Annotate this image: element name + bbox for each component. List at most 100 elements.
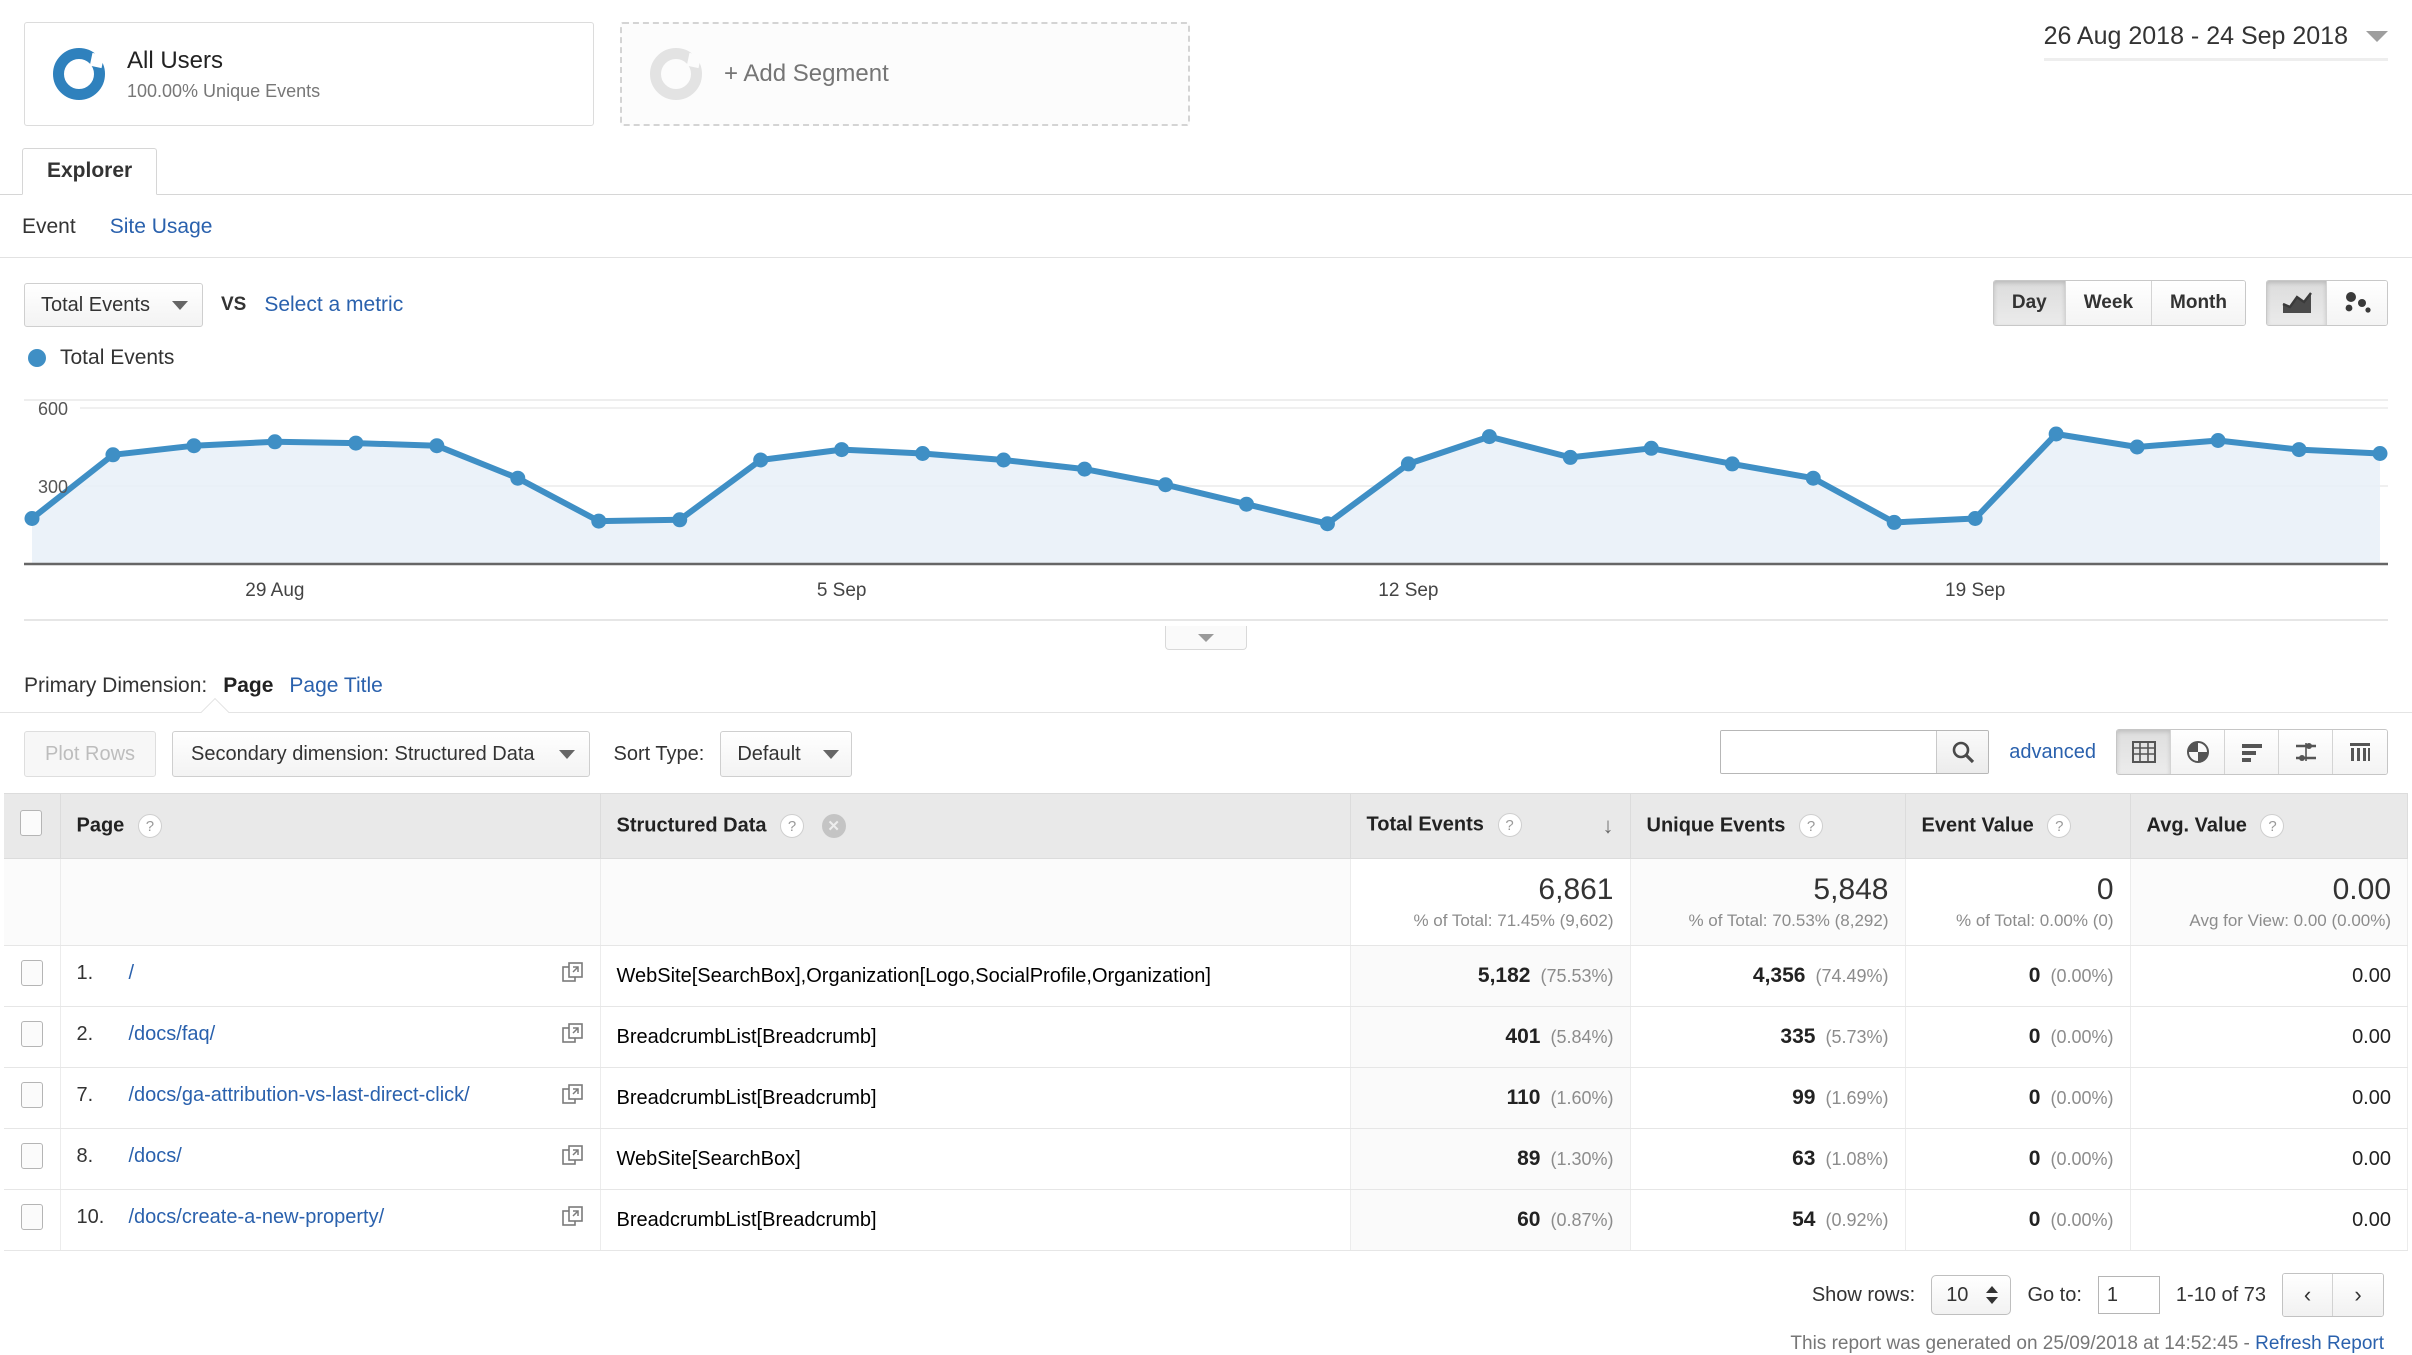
row-page-link[interactable]: /docs/faq/ <box>129 1023 216 1045</box>
row-checkbox[interactable] <box>20 1143 43 1169</box>
row-page-link[interactable]: /docs/create-a-new-property/ <box>129 1206 385 1228</box>
column-header-total-events[interactable]: Total Events ? ↓ <box>1350 793 1631 859</box>
row-checkbox[interactable] <box>20 1082 43 1108</box>
summary-unique-events: 5,848 % of Total: 70.53% (8,292) <box>1630 858 1906 946</box>
row-checkbox[interactable] <box>20 1021 43 1047</box>
help-icon[interactable]: ? <box>137 814 162 838</box>
open-in-new-window-icon[interactable] <box>561 1206 584 1234</box>
granularity-day-button[interactable]: Day <box>1993 281 2066 325</box>
events-over-time-chart[interactable]: 300 600 29 Aug 5 Sep 12 Sep 19 Sep <box>24 386 2388 650</box>
row-event-value-pct: (0.00%) <box>2050 1027 2114 1047</box>
select-all-header[interactable] <box>4 793 61 859</box>
column-header-unique-events[interactable]: Unique Events ? <box>1630 793 1906 859</box>
row-index: 10. <box>76 1206 105 1228</box>
svg-text:300: 300 <box>38 477 68 497</box>
next-page-button[interactable]: › <box>2333 1274 2383 1316</box>
granularity-week-button[interactable]: Week <box>2065 281 2153 325</box>
column-header-unique-events-label: Unique Events <box>1646 814 1786 837</box>
table-view-icon[interactable] <box>2117 730 2171 774</box>
goto-input[interactable]: 1 <box>2097 1276 2160 1314</box>
row-page-cell: 1. / <box>60 945 601 1007</box>
row-total-events-cell: 60 (0.87%) <box>1350 1189 1631 1251</box>
refresh-report-link[interactable]: Refresh Report <box>2255 1333 2384 1354</box>
row-total-events-cell: 110 (1.60%) <box>1350 1067 1631 1129</box>
open-in-new-window-icon[interactable] <box>561 962 584 990</box>
row-checkbox-cell[interactable] <box>4 1128 61 1190</box>
primary-dimension-page-title[interactable]: Page Title <box>289 674 382 698</box>
remove-secondary-dimension-icon[interactable]: ✕ <box>821 814 846 838</box>
bar-chart-view-icon[interactable] <box>2225 730 2279 774</box>
show-rows-stepper[interactable]: 10 <box>1931 1275 2012 1315</box>
segment-all-users[interactable]: All Users 100.00% Unique Events <box>24 22 594 126</box>
row-event-value-cell: 0 (0.00%) <box>1905 1006 2131 1068</box>
row-index: 7. <box>76 1084 94 1106</box>
help-icon[interactable]: ? <box>2047 814 2072 838</box>
metric-dropdown[interactable]: Total Events <box>24 283 203 327</box>
advanced-link[interactable]: advanced <box>2009 741 2096 764</box>
chevron-down-icon <box>1198 633 1214 642</box>
summary-total-events-sub: % of Total: 71.45% (9,602) <box>1413 911 1614 930</box>
open-in-new-window-icon[interactable] <box>561 1145 584 1173</box>
line-chart-icon[interactable] <box>2267 281 2327 325</box>
segment-text: All Users 100.00% Unique Events <box>127 46 320 102</box>
add-segment-button[interactable]: + Add Segment <box>620 22 1190 126</box>
secondary-dimension-dropdown[interactable]: Secondary dimension: Structured Data <box>172 731 590 777</box>
previous-page-button[interactable]: ‹ <box>2283 1274 2333 1316</box>
row-checkbox-cell[interactable] <box>4 1067 61 1129</box>
date-range-selector[interactable]: 26 Aug 2018 - 24 Sep 2018 <box>2043 22 2388 61</box>
row-checkbox-cell[interactable] <box>4 1006 61 1068</box>
motion-chart-icon[interactable] <box>2327 281 2387 325</box>
open-in-new-window-icon[interactable] <box>561 1084 584 1112</box>
primary-dimension-page[interactable]: Page <box>223 674 273 698</box>
row-unique-events-cell: 335 (5.73%) <box>1630 1006 1906 1068</box>
search-box[interactable] <box>1720 730 1990 774</box>
row-checkbox[interactable] <box>20 960 43 986</box>
chevron-down-icon <box>2366 31 2388 42</box>
row-page-link[interactable]: / <box>129 962 135 984</box>
column-header-event-value[interactable]: Event Value ? <box>1905 793 2131 859</box>
row-page-link[interactable]: /docs/ga-attribution-vs-last-direct-clic… <box>129 1084 470 1106</box>
chart-svg: 300 600 29 Aug 5 Sep 12 Sep 19 Sep <box>24 399 2388 621</box>
subnav-item-site-usage[interactable]: Site Usage <box>110 215 213 239</box>
open-in-new-window-icon[interactable] <box>561 1023 584 1051</box>
pie-chart-view-icon[interactable] <box>2171 730 2225 774</box>
row-checkbox-cell[interactable] <box>4 945 61 1007</box>
column-header-page[interactable]: Page ? <box>60 793 601 859</box>
summary-total-events-value: 6,861 <box>1538 873 1614 906</box>
row-checkbox[interactable] <box>20 1204 43 1230</box>
comparison-view-icon[interactable] <box>2279 730 2333 774</box>
row-checkbox-cell[interactable] <box>4 1189 61 1251</box>
select-all-checkbox[interactable] <box>20 810 42 836</box>
row-page-link[interactable]: /docs/ <box>129 1145 182 1167</box>
primary-dimension-row: Primary Dimension: Page Page Title <box>0 674 2412 727</box>
summary-unique-events-sub: % of Total: 70.53% (8,292) <box>1688 911 1889 930</box>
help-icon[interactable]: ? <box>1497 813 1522 837</box>
search-input[interactable] <box>1721 731 1937 773</box>
table-row: 1. / WebSite[SearchBox],Organization[Logo,… <box>4 945 2408 1007</box>
row-event-value-pct: (0.00%) <box>2050 1210 2114 1230</box>
row-total-events-cell: 89 (1.30%) <box>1350 1128 1631 1190</box>
granularity-month-button[interactable]: Month <box>2152 281 2245 325</box>
ga-events-pages-report: All Users 100.00% Unique Events + Add Se… <box>0 0 2412 1354</box>
sort-type-value: Default <box>737 742 801 765</box>
help-icon[interactable]: ? <box>1798 814 1823 838</box>
summary-avg-value: 0.00 Avg for View: 0.00 (0.00%) <box>2130 858 2408 946</box>
plot-rows-button[interactable]: Plot Rows <box>24 731 157 777</box>
column-header-avg-value[interactable]: Avg. Value ? <box>2130 793 2408 859</box>
column-header-structured-data-label: Structured Data <box>616 814 767 837</box>
search-icon[interactable] <box>1936 731 1989 773</box>
stepper-arrows-icon[interactable] <box>1984 1284 2000 1306</box>
report-generated-line: This report was generated on 25/09/2018 … <box>0 1317 2412 1355</box>
pivot-view-icon[interactable] <box>2333 730 2387 774</box>
column-header-structured-data[interactable]: Structured Data ? ✕ <box>600 793 1351 859</box>
select-a-metric-link[interactable]: Select a metric <box>264 293 403 317</box>
chevron-down-icon <box>822 749 839 759</box>
row-page-cell: 7. /docs/ga-attribution-vs-last-direct-cl… <box>60 1067 601 1129</box>
help-icon[interactable]: ? <box>780 814 805 838</box>
sort-type-dropdown[interactable]: Default <box>720 731 852 777</box>
chart-resize-handle[interactable] <box>1165 626 1247 650</box>
tab-explorer[interactable]: Explorer <box>22 148 158 195</box>
help-icon[interactable]: ? <box>2260 814 2285 838</box>
row-unique-events-pct: (5.73%) <box>1825 1027 1889 1047</box>
subnav-item-event[interactable]: Event <box>22 215 76 239</box>
